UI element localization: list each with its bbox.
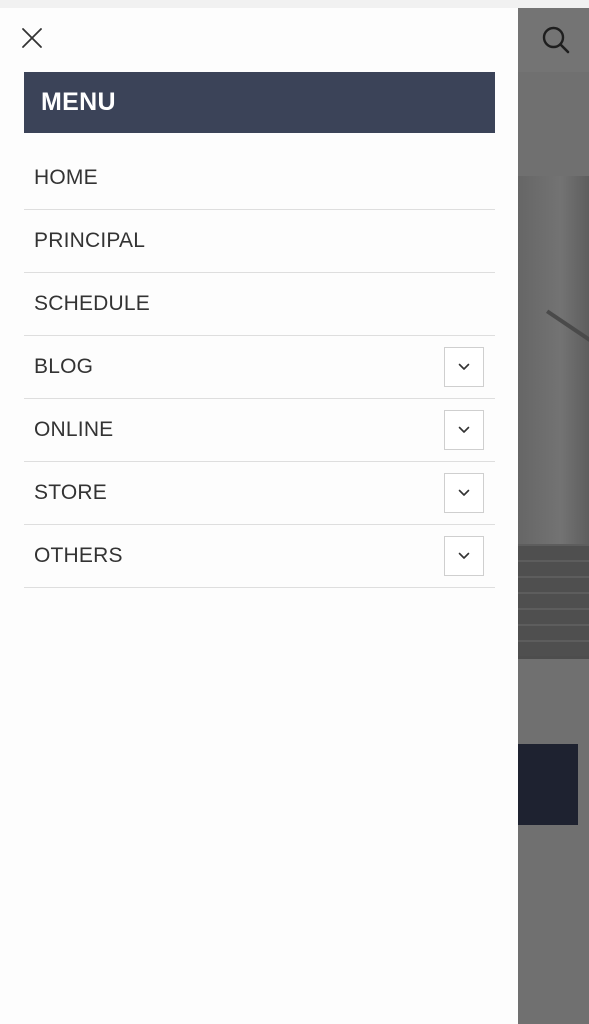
menu-title: MENU (41, 88, 116, 116)
search-button[interactable] (536, 20, 576, 60)
background-button (518, 744, 578, 825)
menu-item-online[interactable]: ONLINE (24, 399, 495, 462)
menu-item-others[interactable]: OTHERS (24, 525, 495, 588)
menu-item-label: ONLINE (34, 418, 114, 441)
menu-item-label: HOME (34, 166, 98, 189)
menu-item-schedule[interactable]: SCHEDULE (24, 273, 495, 336)
status-bar (0, 0, 589, 8)
close-icon (22, 28, 42, 48)
chevron-down-icon (458, 552, 470, 559)
search-icon (542, 26, 570, 54)
navigation-drawer: MENU HOME PRINCIPAL SCHEDULE BLOG ONLINE (0, 8, 518, 1024)
menu-item-label: BLOG (34, 355, 94, 378)
close-button[interactable] (16, 22, 48, 54)
expand-blog-button[interactable] (444, 347, 484, 387)
menu-item-store[interactable]: STORE (24, 462, 495, 525)
expand-online-button[interactable] (444, 410, 484, 450)
menu-header: MENU (24, 72, 495, 133)
expand-store-button[interactable] (444, 473, 484, 513)
chevron-down-icon (458, 426, 470, 433)
menu-list: HOME PRINCIPAL SCHEDULE BLOG ONLINE STOR… (24, 147, 495, 588)
menu-item-principal[interactable]: PRINCIPAL (24, 210, 495, 273)
expand-others-button[interactable] (444, 536, 484, 576)
menu-item-label: STORE (34, 481, 107, 504)
menu-item-blog[interactable]: BLOG (24, 336, 495, 399)
menu-item-label: OTHERS (34, 544, 123, 567)
chevron-down-icon (458, 489, 470, 496)
hero-image (518, 176, 589, 659)
menu-item-label: PRINCIPAL (34, 229, 146, 252)
chevron-down-icon (458, 363, 470, 370)
menu-item-label: SCHEDULE (34, 292, 150, 315)
menu-item-home[interactable]: HOME (24, 147, 495, 210)
